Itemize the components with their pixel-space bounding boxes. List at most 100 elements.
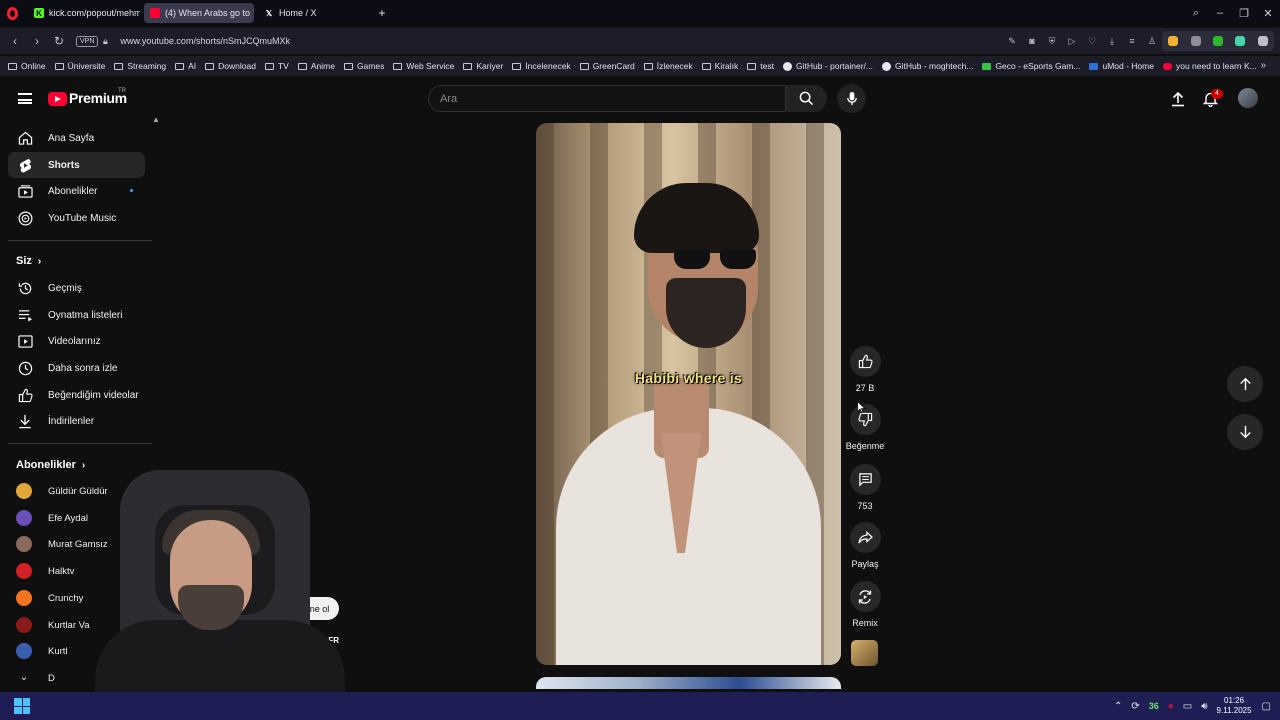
like-button[interactable]: 27 B — [845, 346, 885, 393]
next-short-button[interactable] — [1227, 414, 1263, 450]
restore-icon[interactable]: ❐ — [1232, 7, 1256, 20]
subscription-item[interactable]: Kurtl — [16, 638, 68, 664]
bookmark-universite[interactable]: Üniversite — [54, 61, 105, 71]
share-button[interactable]: Paylaş — [845, 522, 885, 569]
sidebar-item-watch-later[interactable]: Daha sonra izle — [8, 355, 145, 381]
bookmark-greencard[interactable]: GreenCard — [579, 61, 635, 71]
extensions-puzzle-icon[interactable] — [1257, 36, 1268, 46]
bookmark-web-service[interactable]: Web Service — [393, 61, 454, 71]
comments-button[interactable]: 753 — [845, 464, 885, 511]
bookmark-umod[interactable]: uMod - Home — [1089, 61, 1154, 71]
profile-icon[interactable]: ♙ — [1142, 36, 1162, 47]
tab-kick[interactable]: K kick.com/popout/mehmet — [28, 3, 140, 23]
search-icon — [799, 91, 814, 106]
more-bookmarks-icon[interactable]: » — [1260, 56, 1266, 76]
next-short-preview[interactable] — [536, 677, 841, 689]
sidebar-item-youtube-music[interactable]: YouTube Music — [8, 205, 145, 231]
camera-icon[interactable]: ◙ — [1022, 36, 1042, 46]
sidebar-item-downloads[interactable]: İndirilenler — [8, 408, 145, 434]
bookmark-games[interactable]: Games — [343, 61, 384, 71]
bookmark-download[interactable]: Download — [205, 61, 256, 71]
menu-icon[interactable] — [18, 93, 32, 104]
heart-icon[interactable]: ♡ — [1082, 36, 1102, 47]
reload-icon[interactable]: ↻ — [48, 34, 70, 48]
bookmark-github-moghtech[interactable]: GitHub - moghtech... — [882, 61, 973, 71]
github-icon — [882, 61, 892, 71]
shield-icon[interactable]: ⛨ — [1042, 36, 1062, 47]
sidebar-item-your-videos[interactable]: Videolarınız — [8, 328, 145, 354]
mouse-cursor-icon — [857, 401, 866, 414]
new-tab-button[interactable]: + — [372, 3, 392, 23]
tray-counter[interactable]: 36 — [1149, 701, 1159, 711]
folder-icon — [747, 62, 757, 70]
search-button[interactable] — [786, 85, 827, 112]
close-icon[interactable]: ✕ — [1256, 7, 1280, 20]
avatar — [16, 510, 32, 526]
section-you[interactable]: Siz › — [16, 255, 41, 267]
tab-youtube[interactable]: (4) When Arabs go to — [144, 3, 254, 23]
lock-icon[interactable]: 🔒︎ — [98, 36, 112, 47]
bookmark-github-portainer[interactable]: GitHub - portainer/... — [783, 61, 873, 71]
sidebar-item-home[interactable]: Ana Sayfa — [8, 125, 145, 151]
back-icon[interactable]: ‹ — [4, 34, 26, 48]
sidebar-scroll-up-icon[interactable]: ▲ — [152, 115, 160, 124]
windows-start-icon[interactable] — [14, 698, 30, 714]
bookmark-incelenecek[interactable]: İncelenecek — [512, 61, 571, 71]
extension-icon[interactable] — [1212, 36, 1223, 46]
github-icon — [783, 61, 792, 71]
bookmark-ai[interactable]: AI — [175, 61, 196, 71]
bookmark-online[interactable]: Online — [8, 61, 46, 71]
audio-track-thumbnail[interactable] — [851, 640, 878, 666]
voice-search-button[interactable] — [837, 84, 866, 113]
kick-icon: K — [34, 8, 44, 18]
search-tabs-icon[interactable]: ⌕ — [1184, 7, 1208, 20]
bookmark-kiralik[interactable]: Kiralık — [701, 61, 738, 71]
forward-icon[interactable]: › — [26, 34, 48, 48]
menu-icon[interactable]: ≡ — [1122, 36, 1142, 46]
chevron-up-icon[interactable]: ⌃ — [1114, 701, 1122, 712]
extension-icon[interactable] — [1168, 36, 1179, 46]
sidebar-item-subscriptions[interactable]: Abonelikler — [8, 178, 145, 204]
vpn-badge[interactable]: VPN — [76, 35, 99, 47]
sync-icon[interactable]: ⟳ — [1131, 701, 1139, 712]
bookmark-tv[interactable]: TV — [264, 61, 289, 71]
minimize-icon[interactable]: – — [1208, 7, 1232, 19]
short-video-player[interactable]: Habibi where is — [536, 123, 841, 665]
your-videos-icon — [17, 333, 33, 349]
network-icon[interactable]: ▭ — [1183, 701, 1192, 712]
play-icon[interactable]: ▷ — [1062, 36, 1082, 47]
sidebar-item-playlists[interactable]: Oynatma listeleri — [8, 302, 145, 328]
bookmark-kariyer[interactable]: Kariyer — [463, 61, 503, 71]
upload-button[interactable] — [1168, 88, 1188, 110]
edit-icon[interactable]: ✎ — [1002, 36, 1022, 47]
bookmark-geco[interactable]: Geco - eSports Gam... — [982, 61, 1080, 71]
share-icon — [849, 522, 881, 553]
tab-x[interactable]: 𝕏 Home / X — [258, 3, 368, 23]
clock[interactable]: 01:26 9.11.2025 — [1217, 696, 1252, 716]
folder-icon — [205, 62, 215, 70]
notification-center-icon[interactable]: ▢ — [1262, 701, 1271, 712]
avatar[interactable] — [1238, 88, 1258, 108]
bookmark-anime[interactable]: Anime — [297, 61, 335, 71]
subscription-item[interactable]: Halktv — [16, 558, 74, 584]
show-more-subscriptions[interactable]: ⌄ D — [16, 665, 55, 691]
youtube-logo-icon[interactable] — [48, 92, 67, 106]
opera-logo[interactable] — [0, 0, 24, 26]
remix-button[interactable]: Remix — [845, 581, 885, 628]
previous-short-button[interactable] — [1227, 366, 1263, 402]
bookmark-learn[interactable]: you need to learn K... — [1162, 61, 1257, 71]
extension-icon[interactable] — [1190, 36, 1201, 46]
sidebar-item-liked-videos[interactable]: Beğendiğim videolar — [8, 382, 145, 408]
search-input[interactable] — [429, 86, 785, 111]
bookmark-izlenecek[interactable]: İzlenecek — [643, 61, 693, 71]
app-tray-icon[interactable]: ● — [1168, 701, 1174, 712]
download-icon[interactable]: ⤓ — [1102, 36, 1122, 47]
sidebar-item-history[interactable]: Geçmiş — [8, 275, 145, 301]
bookmark-test[interactable]: test — [747, 61, 774, 71]
volume-icon[interactable]: 🔊︎ — [1201, 701, 1207, 712]
sidebar-item-shorts[interactable]: Shorts — [8, 152, 145, 178]
bookmark-streaming[interactable]: Streaming — [114, 61, 166, 71]
arrow-up-icon — [1239, 377, 1251, 391]
url-field[interactable]: www.youtube.com/shorts/nSmJCQmuMXk — [120, 36, 290, 46]
extension-icon[interactable] — [1235, 36, 1246, 46]
